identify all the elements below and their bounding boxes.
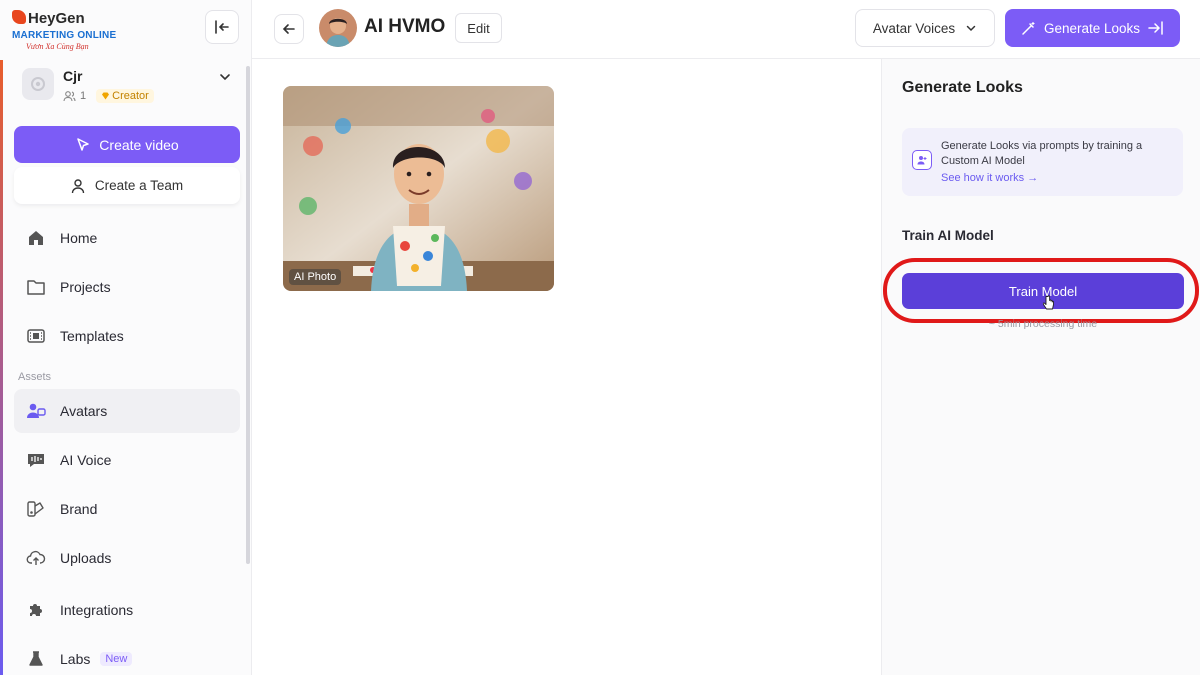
top-bar: AI HVMO Edit Avatar Voices Generate Look…	[252, 0, 1200, 59]
avatar-voices-label: Avatar Voices	[872, 20, 956, 36]
sidebar-item-label: Uploads	[60, 550, 112, 566]
generate-looks-button[interactable]: Generate Looks	[1005, 9, 1180, 47]
train-ai-model-heading: Train AI Model	[902, 228, 994, 243]
back-button[interactable]	[274, 14, 304, 44]
generate-looks-label: Generate Looks	[1043, 20, 1141, 36]
logo[interactable]: HeyGen MARKETING ONLINE Vươn Xa Cùng Bạn	[12, 8, 122, 52]
create-video-button[interactable]: Create video	[14, 126, 240, 163]
sidebar-item-label: Labs	[60, 651, 91, 667]
avatar-thumbnail	[319, 9, 357, 47]
new-badge: New	[100, 652, 133, 666]
create-team-label: Create a Team	[94, 178, 184, 193]
logo-mark-icon	[12, 10, 26, 24]
sidebar-item-projects[interactable]: Projects	[14, 265, 240, 309]
brand-icon	[26, 499, 46, 519]
see-how-it-works-link[interactable]: See how it works →	[941, 172, 1038, 184]
sidebar-item-label: Brand	[60, 501, 98, 517]
workspace-avatar	[22, 68, 54, 100]
sidebar-item-templates[interactable]: Templates	[14, 314, 240, 358]
create-video-label: Create video	[99, 136, 179, 153]
avatar-model-icon	[912, 150, 932, 170]
plan-badge-label: Creator	[112, 90, 149, 102]
voice-icon	[26, 450, 46, 470]
sidebar: HeyGen MARKETING ONLINE Vươn Xa Cùng Bạn…	[0, 0, 252, 675]
sidebar-item-label: Projects	[60, 279, 111, 295]
avatar-photo-card[interactable]: AI Photo	[283, 86, 554, 291]
sidebar-item-integrations[interactable]: Integrations	[14, 588, 240, 632]
create-team-button[interactable]: Create a Team	[14, 167, 240, 204]
chevron-down-icon	[220, 74, 230, 81]
workspace-member-count: 1	[80, 90, 87, 102]
sidebar-item-label: Avatars	[60, 403, 108, 419]
sidebar-item-brand[interactable]: Brand	[14, 487, 240, 531]
sidebar-item-label: Templates	[60, 328, 124, 344]
cursor-click-icon	[77, 137, 90, 151]
flask-icon	[26, 649, 46, 669]
user-icon	[71, 178, 85, 193]
workspace-name: Cjr	[63, 68, 83, 84]
avatar-voices-dropdown[interactable]: Avatar Voices	[855, 9, 995, 47]
gear-icon	[31, 77, 45, 91]
logo-brand-text: HeyGen	[28, 10, 85, 27]
sidebar-item-avatars[interactable]: Avatars	[14, 389, 240, 433]
processing-time-note: ~ 5min processing time	[988, 318, 1098, 330]
hand-pointer-icon	[1043, 295, 1054, 310]
film-icon	[26, 326, 46, 346]
edit-button[interactable]: Edit	[455, 13, 502, 43]
workspace-meta: 1 Creator	[63, 89, 154, 103]
sidebar-item-uploads[interactable]: Uploads	[14, 536, 240, 580]
collapse-sidebar-button[interactable]	[205, 10, 239, 44]
sidebar-item-label: Home	[60, 230, 98, 246]
folder-icon	[26, 277, 46, 297]
diamond-icon	[102, 92, 110, 100]
plan-badge: Creator	[96, 89, 154, 103]
logo-brand: HeyGen	[12, 10, 85, 27]
avatar-icon	[26, 401, 46, 421]
generate-looks-panel: Generate Looks Generate Looks via prompt…	[881, 59, 1200, 675]
workspace-switcher[interactable]: Cjr 1 Creator	[18, 62, 240, 108]
avatar-photo	[283, 86, 554, 291]
sidebar-item-labs[interactable]: Labs New	[14, 637, 240, 675]
logo-watermark-line2: Vươn Xa Cùng Bạn	[26, 42, 89, 51]
home-icon	[26, 228, 46, 248]
magic-wand-icon	[1022, 21, 1035, 35]
chevron-down-icon	[966, 25, 976, 32]
highlight-annotation-ring	[883, 258, 1199, 323]
members-icon	[63, 91, 76, 102]
sidebar-item-label: Integrations	[60, 602, 134, 618]
sidebar-item-home[interactable]: Home	[14, 216, 240, 260]
sidebar-item-label: AI Voice	[60, 452, 112, 468]
ai-photo-tag: AI Photo	[289, 269, 342, 285]
sidebar-scrollbar[interactable]	[246, 66, 250, 564]
upload-icon	[26, 548, 46, 568]
assets-section-label: Assets	[18, 371, 52, 383]
collapse-left-icon	[215, 20, 229, 34]
arrow-left-icon	[282, 24, 295, 34]
info-box: Generate Looks via prompts by training a…	[902, 128, 1183, 196]
sidebar-item-ai-voice[interactable]: AI Voice	[14, 438, 240, 482]
arrow-to-right-icon	[1148, 21, 1163, 35]
sidebar-accent-strip	[0, 60, 3, 675]
page-title: AI HVMO	[364, 16, 446, 37]
panel-title: Generate Looks	[902, 79, 1023, 96]
info-text: Generate Looks via prompts by training a…	[941, 140, 1143, 167]
puzzle-icon	[26, 600, 46, 620]
logo-watermark-line1: MARKETING ONLINE	[12, 30, 117, 41]
